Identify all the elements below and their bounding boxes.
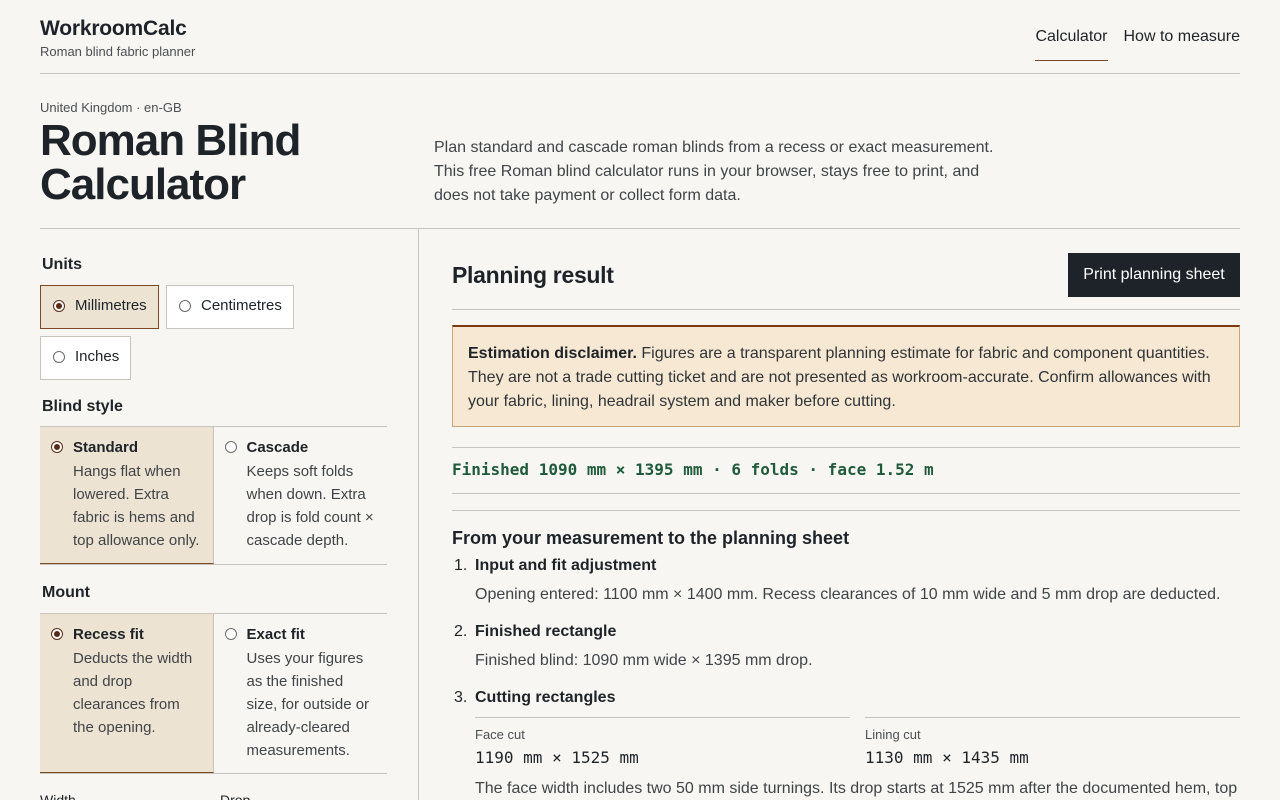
mount-label: Mount: [42, 584, 90, 601]
divider: [452, 447, 1240, 448]
lining-cut: Lining cut 1130 mm × 1435 mm: [865, 717, 1240, 767]
calculator-form: Units Millimetres Centimetres Inches Bli…: [40, 229, 419, 800]
units-inches[interactable]: Inches: [40, 336, 131, 380]
radio-icon[interactable]: [51, 628, 63, 640]
page-title: Roman Blind Calculator: [40, 116, 301, 209]
disclaimer-lead: Estimation disclaimer.: [468, 345, 637, 362]
result-summary: Finished 1090 mm × 1395 mm · 6 folds · f…: [452, 460, 934, 479]
drop-label: Drop: [220, 792, 251, 800]
step-heading: Finished rectangle: [475, 623, 617, 640]
option-description: Hangs flat when lowered. Extra fabric is…: [73, 463, 200, 549]
radio-icon[interactable]: [51, 441, 63, 453]
step-heading: Input and fit adjustment: [475, 557, 657, 574]
units-millimetres[interactable]: Millimetres: [40, 285, 159, 329]
option-title: Cascade: [246, 439, 309, 456]
step-text: The face width includes two 50 mm side t…: [475, 780, 1238, 797]
divider: [452, 493, 1240, 494]
radio-icon[interactable]: [179, 300, 191, 312]
radio-icon[interactable]: [53, 351, 65, 363]
nav-calculator[interactable]: Calculator: [1035, 28, 1108, 61]
planning-result: Planning result Print planning sheet Est…: [452, 229, 1240, 800]
units-centimetres[interactable]: Centimetres: [166, 285, 294, 329]
option-description: Uses your figures as the finished size, …: [246, 650, 370, 759]
mount-recess-fit[interactable]: Recess fit Deducts the width and drop cl…: [40, 614, 214, 773]
step-text: Finished blind: 1090 mm wide × 1395 mm d…: [475, 652, 813, 669]
divider: [452, 309, 1240, 310]
radio-label: Centimetres: [201, 297, 282, 314]
option-description: Keeps soft folds when down. Extra drop i…: [246, 463, 374, 549]
option-title: Standard: [73, 439, 139, 456]
brand-tagline: Roman blind fabric planner: [40, 44, 196, 59]
step-number: 2.: [454, 623, 468, 640]
face-cut: Face cut 1190 mm × 1525 mm: [475, 717, 850, 767]
step-text: Opening entered: 1100 mm × 1400 mm. Rece…: [475, 586, 1221, 603]
cut-value: 1130 mm × 1435 mm: [865, 748, 1029, 767]
step-number: 3.: [454, 689, 468, 706]
intro-text: Plan standard and cascade roman blinds f…: [434, 139, 994, 204]
radio-label: Millimetres: [75, 297, 147, 314]
width-label: Width: [40, 792, 76, 800]
option-title: Recess fit: [73, 626, 144, 643]
option-description: Deducts the width and drop clearances fr…: [73, 650, 193, 736]
cut-label: Lining cut: [865, 727, 921, 742]
main-nav: Calculator How to measure: [1035, 28, 1240, 61]
blind-style-options: Standard Hangs flat when lowered. Extra …: [40, 426, 387, 565]
nav-how-to-measure[interactable]: How to measure: [1124, 28, 1241, 61]
print-button[interactable]: Print planning sheet: [1068, 253, 1240, 297]
style-standard[interactable]: Standard Hangs flat when lowered. Extra …: [40, 427, 214, 564]
steps-title: From your measurement to the planning sh…: [452, 528, 850, 548]
units-label: Units: [42, 256, 82, 273]
step-number: 1.: [454, 557, 468, 574]
mount-options: Recess fit Deducts the width and drop cl…: [40, 613, 387, 774]
blind-style-label: Blind style: [42, 398, 123, 415]
radio-icon[interactable]: [53, 300, 65, 312]
brand-name[interactable]: WorkroomCalc: [40, 17, 187, 41]
locale-label: United Kingdom · en-GB: [40, 100, 182, 115]
radio-icon[interactable]: [224, 628, 237, 640]
divider: [452, 510, 1240, 511]
style-cascade[interactable]: Cascade Keeps soft folds when down. Extr…: [214, 427, 388, 564]
cut-value: 1190 mm × 1525 mm: [475, 748, 639, 767]
radio-label: Inches: [75, 348, 120, 365]
option-title: Exact fit: [246, 626, 305, 643]
estimation-disclaimer: Estimation disclaimer. Figures are a tra…: [452, 325, 1240, 427]
result-title: Planning result: [452, 262, 614, 288]
step-heading: Cutting rectangles: [475, 689, 616, 706]
cut-label: Face cut: [475, 727, 525, 742]
mount-exact-fit[interactable]: Exact fit Uses your figures as the finis…: [214, 614, 388, 773]
radio-icon[interactable]: [224, 441, 237, 453]
site-header: WorkroomCalc Roman blind fabric planner …: [40, 0, 1240, 74]
